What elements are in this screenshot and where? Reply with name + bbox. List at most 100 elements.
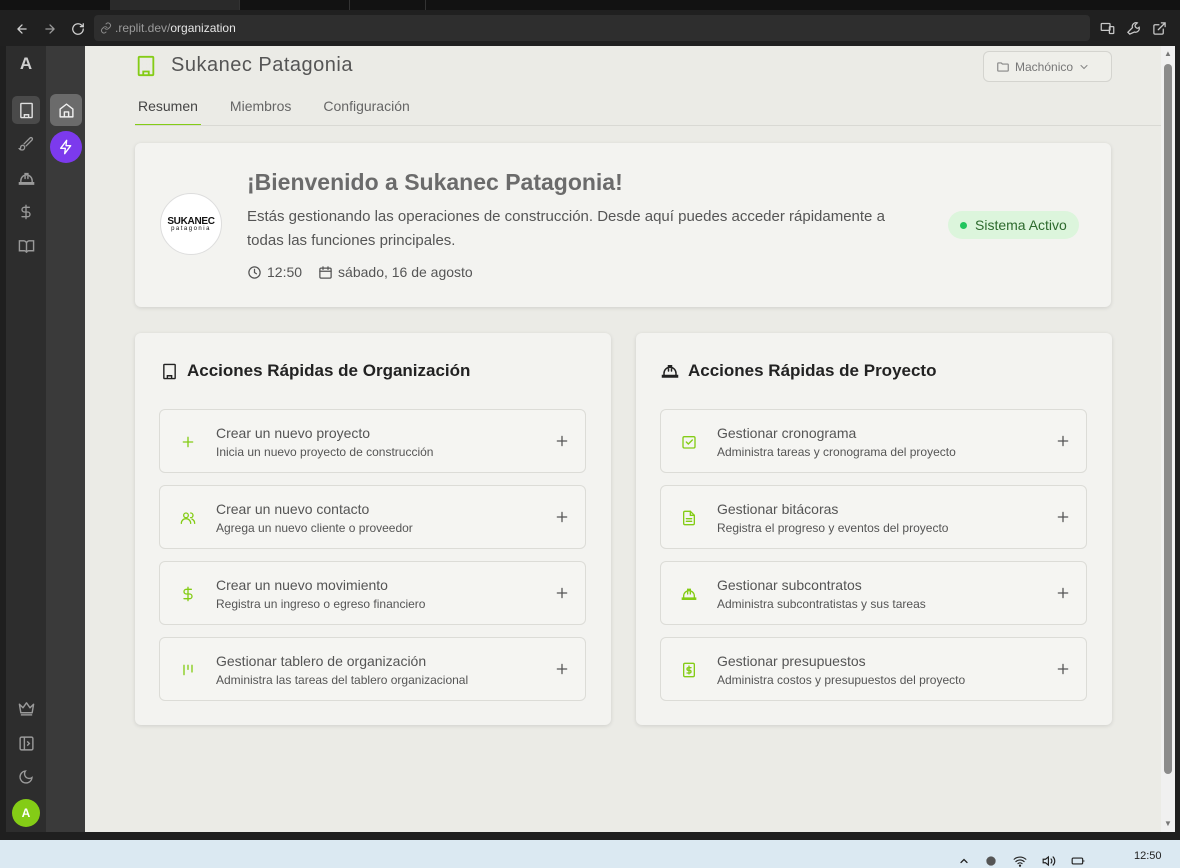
action-new-contact[interactable]: Crear un nuevo contacto Agrega un nuevo … — [159, 485, 586, 549]
org-header: Sukanec Patagonia — [135, 54, 353, 77]
action-subtitle: Agrega un nuevo cliente o proveedor — [216, 521, 413, 535]
action-title: Gestionar presupuestos — [717, 653, 866, 669]
sidebar-item-plan[interactable] — [12, 694, 40, 722]
home-button[interactable] — [50, 94, 82, 126]
avatar[interactable]: A — [12, 799, 40, 827]
project-selector[interactable]: Machónico — [983, 51, 1112, 82]
tab-configuracion[interactable]: Configuración — [320, 96, 412, 126]
book-icon — [18, 239, 34, 253]
time-text: 12:50 — [267, 264, 303, 280]
add-icon[interactable] — [553, 584, 571, 602]
scrollbar[interactable]: ▲ ▼ — [1161, 46, 1175, 832]
tools-button[interactable] — [1124, 19, 1142, 37]
hardhat-icon — [661, 362, 679, 380]
folder-icon — [997, 61, 1009, 72]
reload-icon — [72, 23, 84, 35]
add-icon[interactable] — [1054, 432, 1072, 450]
project-selector-value: Machónico — [1015, 59, 1074, 74]
action-budgets[interactable]: Gestionar presupuestos Administra costos… — [660, 637, 1087, 701]
action-title: Gestionar subcontratos — [717, 577, 862, 593]
action-title: Gestionar tablero de organización — [216, 653, 427, 669]
taskbar-clock[interactable]: 12:50 — [1134, 850, 1162, 862]
action-subcontracts[interactable]: Gestionar subcontratos Administra subcon… — [660, 561, 1087, 625]
scroll-down-arrow[interactable]: ▼ — [1163, 819, 1173, 829]
welcome-meta: 12:50 sábado, 16 de agosto — [247, 264, 489, 280]
action-subtitle: Inicia un nuevo proyecto de construcción — [216, 445, 434, 459]
browser-tab[interactable] — [240, 0, 350, 10]
action-logs[interactable]: Gestionar bitácoras Registra el progreso… — [660, 485, 1087, 549]
devices-icon — [1100, 22, 1114, 34]
sidebar-item-organization[interactable] — [12, 96, 40, 124]
theme-toggle-button[interactable] — [12, 763, 40, 791]
forward-button[interactable] — [39, 18, 61, 40]
scrollbar-thumb[interactable] — [1164, 64, 1172, 774]
welcome-card: SUKANEC patagonia ¡Bienvenido a Sukanec … — [135, 143, 1111, 307]
home-icon — [58, 102, 74, 118]
url-host: .replit.dev/ — [115, 21, 171, 35]
tab-bar: Resumen Miembros Configuración — [135, 96, 439, 126]
battery-icon[interactable] — [1070, 854, 1086, 868]
project-quick-actions-panel: Acciones Rápidas de Proyecto Gestionar c… — [636, 333, 1112, 725]
back-button[interactable] — [11, 18, 33, 40]
hardhat-icon — [679, 584, 699, 604]
add-icon[interactable] — [553, 660, 571, 678]
sidebar-item-construction[interactable] — [12, 164, 40, 192]
action-subtitle: Administra tareas y cronograma del proye… — [717, 445, 956, 459]
kanban-icon — [178, 660, 198, 680]
current-date: sábado, 16 de agosto — [318, 264, 473, 280]
action-schedule[interactable]: Gestionar cronograma Administra tareas y… — [660, 409, 1087, 473]
logo-text-sub: patagonia — [171, 226, 211, 232]
calendar-check-icon — [679, 432, 699, 452]
action-subtitle: Registra un ingreso o egreso financiero — [216, 597, 426, 611]
status-badge: Sistema Activo — [948, 211, 1079, 239]
quick-actions-button[interactable] — [50, 131, 82, 163]
panel-title: Acciones Rápidas de Proyecto — [688, 361, 937, 380]
calendar-icon — [319, 265, 332, 279]
action-subtitle: Registra el progreso y eventos del proye… — [717, 521, 949, 535]
current-time: 12:50 — [247, 264, 302, 280]
volume-icon[interactable] — [1041, 854, 1057, 868]
link-icon — [101, 22, 111, 34]
action-title: Crear un nuevo proyecto — [216, 425, 371, 441]
browser-tab[interactable] — [110, 0, 240, 10]
users-icon — [178, 508, 198, 528]
add-icon[interactable] — [553, 432, 571, 450]
open-external-button[interactable] — [1150, 19, 1168, 37]
add-icon[interactable] — [553, 508, 571, 526]
browser-tab-strip — [0, 0, 1180, 10]
wifi-icon[interactable] — [1012, 854, 1028, 868]
add-icon[interactable] — [1054, 584, 1072, 602]
tab-miembros[interactable]: Miembros — [227, 96, 294, 126]
chevron-up-icon[interactable] — [958, 855, 970, 867]
plus-icon — [178, 432, 198, 452]
welcome-description: Estás gestionando las operaciones de con… — [247, 208, 885, 249]
sidebar-item-docs[interactable] — [12, 232, 40, 260]
brush-icon — [18, 136, 34, 151]
browser-tab[interactable] — [350, 0, 426, 10]
sidebar-toggle-button[interactable] — [12, 729, 40, 757]
building-icon — [160, 362, 178, 380]
reload-button[interactable] — [67, 18, 89, 40]
action-title: Gestionar cronograma — [717, 425, 857, 441]
receipt-icon — [679, 660, 699, 680]
devices-button[interactable] — [1098, 19, 1116, 37]
tab-resumen[interactable]: Resumen — [135, 96, 201, 126]
action-org-board[interactable]: Gestionar tablero de organización Admini… — [159, 637, 586, 701]
action-new-movement[interactable]: Crear un nuevo movimiento Registra un in… — [159, 561, 586, 625]
weather-icon[interactable] — [983, 854, 999, 868]
sidebar-item-finance[interactable] — [12, 198, 40, 226]
action-new-project[interactable]: Crear un nuevo proyecto Inicia un nuevo … — [159, 409, 586, 473]
date-text: sábado, 16 de agosto — [338, 264, 473, 280]
welcome-title: ¡Bienvenido a Sukanec Patagonia! — [247, 169, 623, 195]
scroll-up-arrow[interactable]: ▲ — [1163, 49, 1173, 59]
add-icon[interactable] — [1054, 660, 1072, 678]
add-icon[interactable] — [1054, 508, 1072, 526]
org-quick-actions-panel: Acciones Rápidas de Organización Crear u… — [135, 333, 611, 725]
panel-icon — [18, 735, 34, 751]
org-logo: SUKANEC patagonia — [160, 193, 222, 255]
building-icon — [19, 102, 33, 118]
address-bar[interactable]: .replit.dev/organization — [94, 15, 1090, 41]
action-subtitle: Administra las tareas del tablero organi… — [216, 673, 469, 687]
sidebar-item-design[interactable] — [12, 130, 40, 158]
moon-icon — [19, 770, 33, 784]
